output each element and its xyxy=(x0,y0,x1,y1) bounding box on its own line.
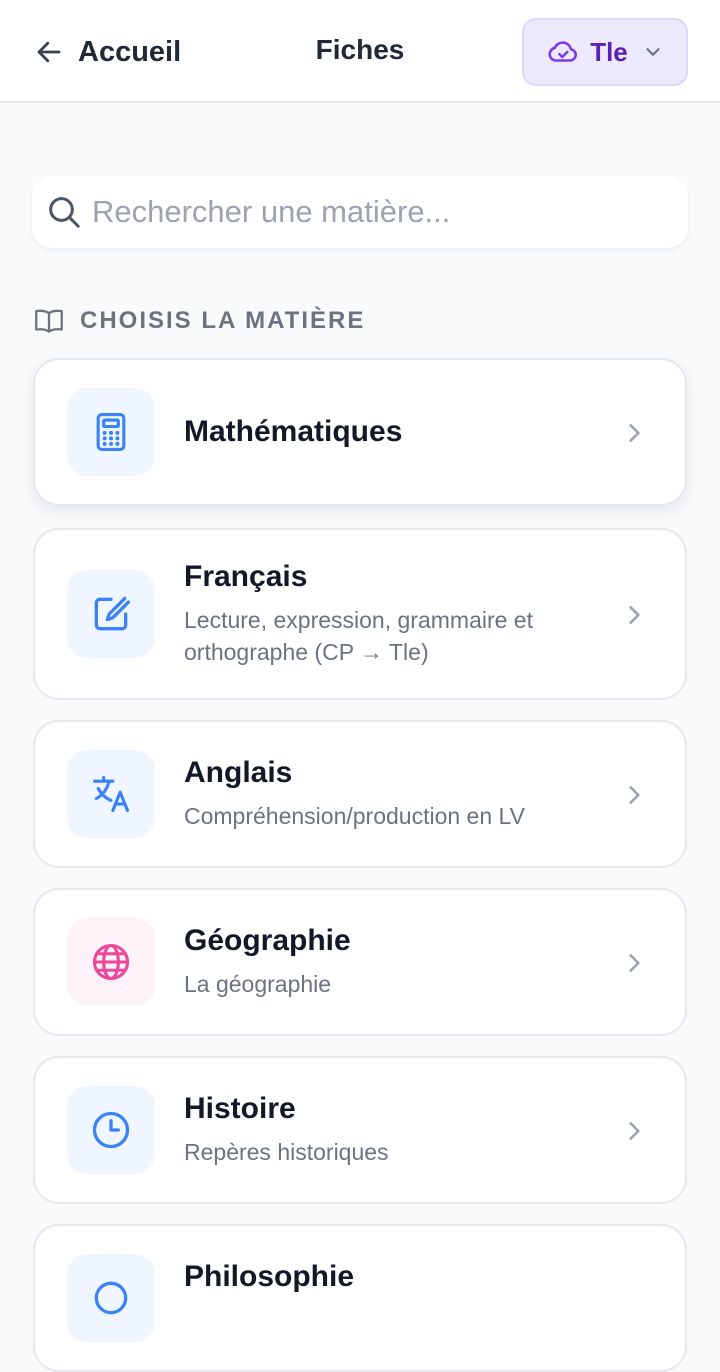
subject-description: Repères historiques xyxy=(184,1139,389,1165)
subject-card-philosophie[interactable]: Philosophie xyxy=(33,1224,687,1372)
level-selector[interactable]: Tle xyxy=(522,18,688,86)
cloud-check-icon xyxy=(548,41,578,62)
back-label: Accueil xyxy=(78,35,182,68)
chevron-right-icon xyxy=(629,954,640,972)
subject-icon-box xyxy=(67,1254,155,1342)
subject-card-geographie[interactable]: Géographie La géographie xyxy=(33,888,687,1036)
subject-icon-box xyxy=(67,388,155,476)
subject-description: La géographie xyxy=(184,971,332,997)
subject-card-histoire[interactable]: Histoire Repères historiques xyxy=(33,1056,687,1204)
chevron-right-icon xyxy=(629,424,640,442)
subject-description: Compréhension/production en LV xyxy=(184,803,525,829)
chevron-right-icon xyxy=(629,786,640,804)
level-label: Tle xyxy=(590,36,628,67)
search-input[interactable] xyxy=(92,194,652,230)
subject-title: Mathématiques xyxy=(184,415,403,448)
subject-icon-box xyxy=(67,1086,155,1174)
subject-card-francais[interactable]: Français Lecture, expression, grammaire … xyxy=(33,528,687,700)
subject-icon-box xyxy=(67,918,155,1006)
calculator-icon xyxy=(96,413,126,451)
subject-title: Anglais xyxy=(184,756,293,789)
chevron-down-icon xyxy=(646,48,660,56)
top-bar: Accueil Fiches Tle xyxy=(0,0,720,103)
subject-icon-box xyxy=(67,570,155,658)
subject-title: Français xyxy=(184,560,308,593)
book-open-icon xyxy=(35,309,63,333)
subject-icon-box xyxy=(67,750,155,838)
subject-title: Philosophie xyxy=(184,1260,355,1293)
back-button[interactable]: Accueil xyxy=(34,30,181,74)
clock-icon xyxy=(92,1111,130,1149)
section-title: CHOISIS LA MATIÈRE xyxy=(80,307,366,334)
chevron-right-icon xyxy=(629,606,640,624)
section-header: CHOISIS LA MATIÈRE xyxy=(32,304,365,338)
translate-icon xyxy=(92,775,130,813)
subject-title: Géographie xyxy=(184,924,351,957)
search-icon xyxy=(49,197,80,228)
subject-title: Histoire xyxy=(184,1092,296,1125)
subject-card-anglais[interactable]: Anglais Compréhension/production en LV xyxy=(33,720,687,868)
subject-description: Lecture, expression, grammaire et orthog… xyxy=(184,607,533,665)
search-bar xyxy=(32,176,688,248)
globe-icon xyxy=(92,943,130,981)
subject-card-mathematiques[interactable]: Mathématiques xyxy=(33,358,687,506)
edit-icon xyxy=(94,596,131,631)
chevron-right-icon xyxy=(629,1122,640,1140)
arrow-left-icon xyxy=(37,41,61,63)
generic-icon xyxy=(94,1281,128,1315)
